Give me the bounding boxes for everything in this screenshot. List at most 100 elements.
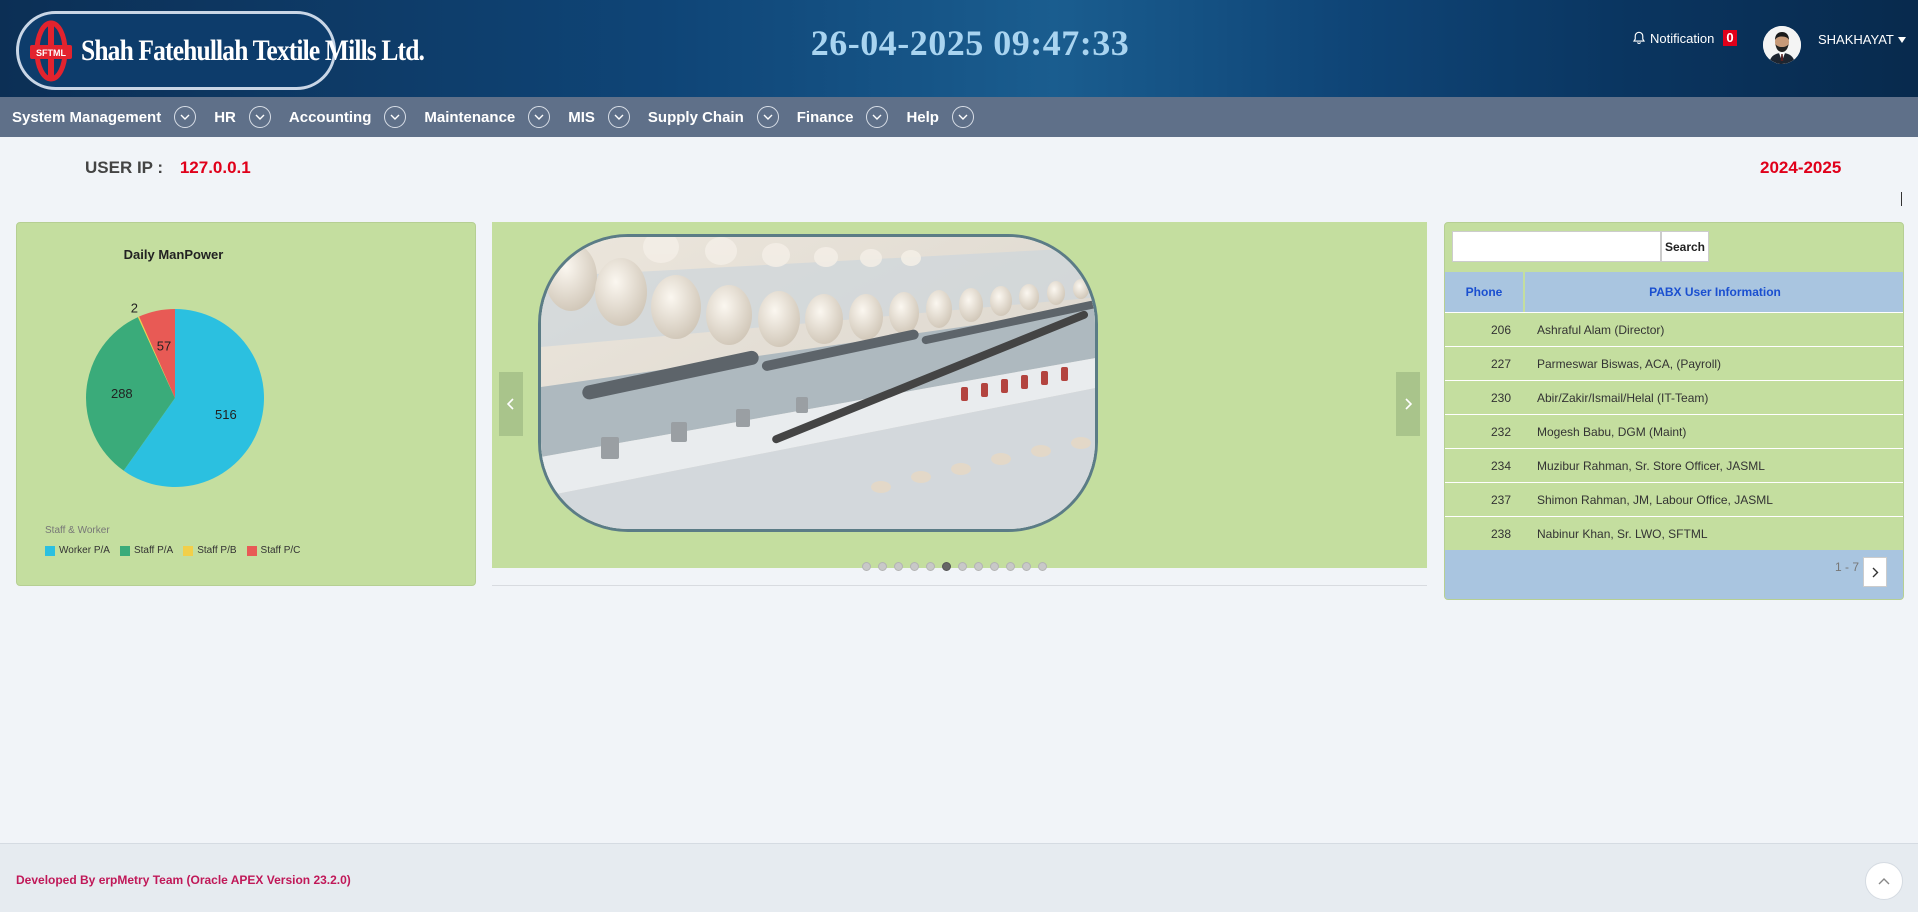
info-cell: Mogesh Babu, DGM (Maint) xyxy=(1525,415,1903,448)
carousel-dot[interactable] xyxy=(1006,562,1015,571)
phone-cell: 230 xyxy=(1445,381,1523,414)
chevron-left-icon xyxy=(507,398,514,410)
legend-item[interactable]: Staff P/A xyxy=(119,545,174,556)
legend-label: Staff P/A xyxy=(133,545,174,556)
carousel-dot[interactable] xyxy=(1022,562,1031,571)
nav-mis[interactable]: MIS xyxy=(568,106,630,128)
nav-maintenance[interactable]: Maintenance xyxy=(424,106,551,128)
info-cell: Shimon Rahman, JM, Labour Office, JASML xyxy=(1525,483,1903,516)
legend-label: Staff P/C xyxy=(260,545,301,556)
manpower-chart-panel: Daily ManPower 516 288 2 57 Staff & Worker … xyxy=(16,222,476,586)
legend-item[interactable]: Worker P/A xyxy=(45,545,110,556)
chevron-down-icon[interactable] xyxy=(951,106,974,128)
next-page-button[interactable] xyxy=(1863,557,1887,587)
phone-cell: 238 xyxy=(1445,517,1523,550)
carousel-dot[interactable] xyxy=(926,562,935,571)
company-name: Shah Fatehullah Textile Mills Ltd. xyxy=(81,33,425,67)
table-header: Phone PABX User Information xyxy=(1445,272,1903,312)
legend-swatch xyxy=(183,545,194,556)
chart-legend: Worker P/A Staff P/A Staff P/B Staff P/C xyxy=(45,545,300,556)
carousel-dot[interactable] xyxy=(942,562,951,571)
nav-label: Supply Chain xyxy=(647,108,744,126)
table-row[interactable]: 227 Parmeswar Biswas, ACA, (Payroll) xyxy=(1445,346,1903,380)
company-logo[interactable]: SFTML Shah Fatehullah Textile Mills Ltd. xyxy=(16,11,425,90)
carousel-dot[interactable] xyxy=(862,562,871,571)
carousel-indicators xyxy=(862,562,1047,571)
nav-system-management[interactable]: System Management xyxy=(12,106,197,128)
legend-item[interactable]: Staff P/C xyxy=(246,545,301,556)
notification-button[interactable]: Notification 0 xyxy=(1632,30,1737,46)
legend-label: Staff P/B xyxy=(197,545,237,556)
pie-data-label: 288 xyxy=(111,386,133,401)
phone-cell: 227 xyxy=(1445,347,1523,380)
fiscal-year: 2024-2025 xyxy=(1760,158,1842,177)
carousel-dot[interactable] xyxy=(974,562,983,571)
user-ip-label: USER IP : xyxy=(85,158,164,177)
nav-label: Help xyxy=(906,108,939,126)
main-nav: System Management HR Accounting Maintena… xyxy=(0,97,1918,137)
table-row[interactable]: 232 Mogesh Babu, DGM (Maint) xyxy=(1445,414,1903,448)
carousel-dot[interactable] xyxy=(1038,562,1047,571)
user-menu[interactable]: SHAKHAYAT xyxy=(1818,32,1906,47)
carousel-next-button[interactable] xyxy=(1396,372,1420,436)
carousel-slide-image xyxy=(538,234,1098,532)
user-ip: USER IP : 127.0.0.1 xyxy=(85,158,251,178)
legend-swatch xyxy=(246,545,257,556)
nav-label: MIS xyxy=(568,108,595,126)
pagination-range: 1 - 7 xyxy=(1835,560,1860,574)
table-row[interactable]: 237 Shimon Rahman, JM, Labour Office, JA… xyxy=(1445,482,1903,516)
info-cell: Ashraful Alam (Director) xyxy=(1525,313,1903,346)
pabx-search-button[interactable]: Search xyxy=(1661,231,1709,262)
pabx-search-input[interactable] xyxy=(1452,231,1661,262)
table-row[interactable]: 238 Nabinur Khan, Sr. LWO, SFTML xyxy=(1445,516,1903,550)
nav-supply-chain[interactable]: Supply Chain xyxy=(648,106,779,128)
legend-label: Worker P/A xyxy=(59,545,110,556)
table-row[interactable]: 230 Abir/Zakir/Ismail/Helal (IT-Team) xyxy=(1445,380,1903,414)
table-row[interactable]: 206 Ashraful Alam (Director) xyxy=(1445,312,1903,346)
legend-swatch xyxy=(119,545,130,556)
carousel-dot[interactable] xyxy=(910,562,919,571)
phone-cell: 234 xyxy=(1445,449,1523,482)
logo-badge-text: SFTML xyxy=(36,48,66,58)
text-cursor xyxy=(1901,192,1902,206)
scroll-to-top-button[interactable] xyxy=(1865,862,1903,900)
nav-accounting[interactable]: Accounting xyxy=(289,106,407,128)
carousel-dot[interactable] xyxy=(990,562,999,571)
chevron-down-icon[interactable] xyxy=(607,106,630,128)
carousel-dot[interactable] xyxy=(894,562,903,571)
carousel-dot[interactable] xyxy=(958,562,967,571)
nav-label: Accounting xyxy=(288,108,372,126)
app-header: SFTML Shah Fatehullah Textile Mills Ltd.… xyxy=(0,0,1918,97)
chevron-down-icon[interactable] xyxy=(528,106,551,128)
phone-cell: 237 xyxy=(1445,483,1523,516)
nav-finance[interactable]: Finance xyxy=(797,106,889,128)
pie-data-label: 57 xyxy=(157,339,171,354)
column-header-phone[interactable]: Phone xyxy=(1445,272,1523,312)
legend-title: Staff & Worker xyxy=(45,525,110,536)
carousel-prev-button[interactable] xyxy=(499,372,523,436)
chevron-down-icon[interactable] xyxy=(248,106,271,128)
column-header-info[interactable]: PABX User Information xyxy=(1525,272,1903,312)
chevron-right-icon xyxy=(1872,567,1878,577)
chevron-down-icon[interactable] xyxy=(174,106,197,128)
legend-item[interactable]: Staff P/B xyxy=(183,545,237,556)
chevron-down-icon[interactable] xyxy=(384,106,407,128)
pie-data-label: 2 xyxy=(131,301,138,316)
nav-label: HR xyxy=(214,108,236,126)
user-avatar[interactable] xyxy=(1763,26,1801,64)
nav-label: Finance xyxy=(796,108,854,126)
carousel-dot[interactable] xyxy=(878,562,887,571)
chevron-down-icon[interactable] xyxy=(756,106,779,128)
notification-count-badge: 0 xyxy=(1723,30,1737,46)
logo-seal-icon: SFTML xyxy=(29,19,73,83)
page-footer: Developed By erpMetry Team (Oracle APEX … xyxy=(0,843,1918,912)
table-row[interactable]: 234 Muzibur Rahman, Sr. Store Officer, J… xyxy=(1445,448,1903,482)
username: SHAKHAYAT xyxy=(1818,32,1894,47)
nav-help[interactable]: Help xyxy=(906,106,974,128)
legend-swatch xyxy=(45,545,55,556)
footer-credit: Developed By erpMetry Team (Oracle APEX … xyxy=(16,873,351,887)
user-ip-value: 127.0.0.1 xyxy=(179,158,251,177)
nav-hr[interactable]: HR xyxy=(214,106,271,128)
chevron-down-icon[interactable] xyxy=(866,106,889,128)
phone-cell: 232 xyxy=(1445,415,1523,448)
